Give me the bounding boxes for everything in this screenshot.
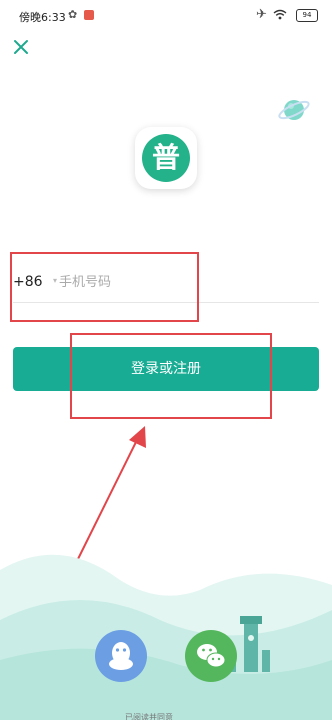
status-bar: 傍晚6:33 ✿ ✈ 94	[0, 0, 332, 30]
status-time: 傍晚6:33	[19, 11, 66, 24]
highlight-box-phone	[10, 252, 199, 322]
wechat-icon	[197, 644, 226, 668]
agreement-text[interactable]: 已阅读并同意	[125, 712, 235, 720]
app-logo: 普	[135, 127, 197, 189]
wechat-login-button[interactable]	[185, 630, 237, 682]
flower-icon: ✿	[68, 8, 78, 21]
app-notification-icon	[84, 10, 94, 20]
battery-icon: 94	[296, 9, 318, 22]
qq-icon	[109, 642, 133, 670]
planet-icon	[278, 100, 310, 120]
airplane-icon: ✈	[256, 7, 267, 22]
logo-glyph: 普	[142, 134, 190, 182]
bottom-decoration	[0, 554, 332, 720]
qq-login-button[interactable]	[95, 630, 147, 682]
close-icon[interactable]	[11, 37, 31, 57]
highlight-box-login	[70, 333, 272, 419]
wifi-icon	[273, 9, 287, 20]
